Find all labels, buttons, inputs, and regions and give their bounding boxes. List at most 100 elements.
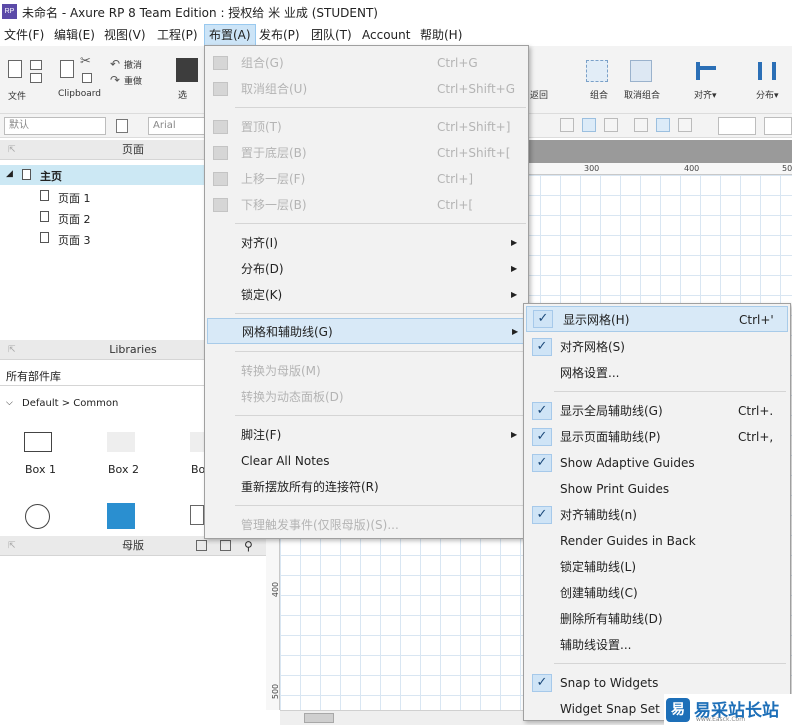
- align-bottom-icon[interactable]: [678, 118, 692, 132]
- checkmark-icon: ✓: [532, 674, 552, 692]
- box-1-widget-label: Box 1: [25, 463, 56, 476]
- menu-separator: [235, 223, 526, 224]
- placeholder-widget-icon[interactable]: [190, 505, 204, 525]
- submenu-item-delete-all-guides[interactable]: 删除所有辅助线(D): [524, 606, 790, 632]
- submenu-item-show-grid[interactable]: ✓ 显示网格(H) Ctrl+': [526, 306, 788, 332]
- send-to-back-icon: [213, 146, 228, 160]
- menu-account[interactable]: Account: [358, 24, 414, 46]
- select-mode-icon[interactable]: [176, 58, 198, 82]
- menu-item-reroute-connectors[interactable]: 重新摆放所有的连接符(R): [205, 474, 528, 500]
- menu-item-group[interactable]: 组合(G) Ctrl+G: [205, 50, 528, 76]
- menu-item-bring-to-front[interactable]: 置顶(T) Ctrl+Shift+]: [205, 114, 528, 140]
- add-folder-icon[interactable]: [220, 540, 231, 551]
- menu-separator: [235, 415, 526, 416]
- box-3-widget-thumb[interactable]: [190, 432, 204, 452]
- menu-help[interactable]: 帮助(H): [416, 24, 466, 46]
- submenu-item-show-page-guides[interactable]: ✓ 显示页面辅助线(P) Ctrl+,: [524, 424, 790, 450]
- menu-separator: [235, 351, 526, 352]
- image-widget-icon[interactable]: [107, 503, 135, 529]
- submenu-item-show-print-guides[interactable]: Show Print Guides: [524, 476, 790, 502]
- ungroup-label[interactable]: 取消组合: [624, 88, 660, 101]
- menu-item-grid-and-guides[interactable]: 网格和辅助线(G) ▶: [207, 318, 526, 344]
- align-center-text-icon[interactable]: [582, 118, 596, 132]
- pin-icon[interactable]: ⇱: [8, 140, 16, 160]
- submenu-item-create-guides[interactable]: 创建辅助线(C): [524, 580, 790, 606]
- submenu-item-render-guides-in-back[interactable]: Render Guides in Back: [524, 528, 790, 554]
- ungroup-icon[interactable]: [630, 60, 652, 82]
- collapse-arrow-icon[interactable]: ◢: [6, 169, 13, 179]
- style-select[interactable]: 默认: [4, 117, 106, 135]
- menu-edit[interactable]: 编辑(E): [50, 24, 99, 46]
- menu-team[interactable]: 团队(T): [307, 24, 356, 46]
- distribute-label[interactable]: 分布▾: [756, 88, 779, 101]
- align-left-text-icon[interactable]: [560, 118, 574, 132]
- format-painter-icon[interactable]: [116, 119, 128, 133]
- submenu-item-snap-to-guides[interactable]: ✓ 对齐辅助线(n): [524, 502, 790, 528]
- group-icon[interactable]: [586, 60, 608, 82]
- ellipse-widget-thumb[interactable]: [25, 504, 50, 529]
- library-group-label[interactable]: Default > Common: [22, 398, 118, 409]
- pin-icon[interactable]: ⇱: [8, 340, 16, 360]
- menu-item-clear-all-notes[interactable]: Clear All Notes: [205, 448, 528, 474]
- copy-icon[interactable]: [82, 73, 92, 83]
- bring-forward-icon: [213, 172, 228, 186]
- redo-icon[interactable]: ↷: [110, 72, 120, 88]
- tree-item-page-1[interactable]: 页面 1: [58, 190, 91, 206]
- fill-color-select[interactable]: [718, 117, 756, 135]
- group-label[interactable]: 组合: [590, 88, 608, 101]
- paste-icon[interactable]: [60, 60, 74, 78]
- menu-item-convert-to-master[interactable]: 转换为母版(M): [205, 358, 528, 384]
- menu-item-ungroup[interactable]: 取消组合(U) Ctrl+Shift+G: [205, 76, 528, 102]
- submenu-item-snap-to-widgets[interactable]: ✓ Snap to Widgets: [524, 670, 790, 696]
- search-icon[interactable]: ⚲: [244, 536, 253, 556]
- font-family-select[interactable]: Arial: [148, 117, 206, 135]
- menu-view[interactable]: 视图(V): [100, 24, 150, 46]
- undo-icon[interactable]: ↶: [110, 56, 120, 72]
- redo-label[interactable]: 重做: [124, 74, 142, 87]
- shadow-select[interactable]: [764, 117, 792, 135]
- undo-label[interactable]: 撤消: [124, 58, 142, 71]
- menu-separator: [235, 107, 526, 108]
- menu-item-lock[interactable]: 锁定(K) ▶: [205, 282, 528, 308]
- box-2-widget-thumb[interactable]: [107, 432, 135, 452]
- submenu-item-lock-guides[interactable]: 锁定辅助线(L): [524, 554, 790, 580]
- submenu-item-snap-to-grid[interactable]: ✓ 对齐网格(S): [524, 334, 790, 360]
- save-file-icon[interactable]: [30, 73, 42, 83]
- menu-item-bring-forward[interactable]: 上移一层(F) Ctrl+]: [205, 166, 528, 192]
- distribute-icon[interactable]: [758, 62, 762, 80]
- chevron-down-icon[interactable]: ⌵: [6, 398, 13, 408]
- align-icon[interactable]: [696, 62, 700, 80]
- ruler-label-500-v: 500: [271, 683, 281, 700]
- menu-publish[interactable]: 发布(P): [255, 24, 304, 46]
- menu-item-footnotes[interactable]: 脚注(F) ▶: [205, 422, 528, 448]
- menu-item-convert-to-dynamic-panel[interactable]: 转换为动态面板(D): [205, 384, 528, 410]
- submenu-item-guide-settings[interactable]: 辅助线设置...: [524, 632, 790, 658]
- menu-project[interactable]: 工程(P): [153, 24, 202, 46]
- add-master-icon[interactable]: [196, 540, 207, 551]
- file-group-label: 文件: [8, 92, 27, 102]
- tree-item-home[interactable]: 主页: [40, 168, 62, 184]
- menu-item-align[interactable]: 对齐(I) ▶: [205, 230, 528, 256]
- menu-file[interactable]: 文件(F): [0, 24, 48, 46]
- align-label[interactable]: 对齐▾: [694, 88, 717, 101]
- menu-arrange[interactable]: 布置(A): [204, 24, 256, 46]
- align-right-text-icon[interactable]: [604, 118, 618, 132]
- submenu-item-grid-settings[interactable]: 网格设置...: [524, 360, 790, 386]
- align-top-icon[interactable]: [634, 118, 648, 132]
- scrollbar-thumb[interactable]: [304, 713, 334, 723]
- cut-icon[interactable]: ✂: [80, 54, 91, 70]
- menu-item-manage-raised-events[interactable]: 管理触发事件(仅限母版)(S)...: [205, 512, 528, 538]
- submenu-item-show-global-guides[interactable]: ✓ 显示全局辅助线(G) Ctrl+.: [524, 398, 790, 424]
- box-1-widget-thumb[interactable]: [24, 432, 52, 452]
- open-file-icon[interactable]: [30, 60, 42, 70]
- menu-item-send-to-back[interactable]: 置于底层(B) Ctrl+Shift+[: [205, 140, 528, 166]
- new-file-icon[interactable]: [8, 60, 22, 78]
- tree-item-page-3[interactable]: 页面 3: [58, 232, 91, 248]
- menu-item-distribute[interactable]: 分布(D) ▶: [205, 256, 528, 282]
- title-bar: RP 未命名 - Axure RP 8 Team Edition : 授权给 米…: [0, 0, 792, 24]
- pin-icon[interactable]: ⇱: [8, 536, 16, 556]
- menu-item-send-backward[interactable]: 下移一层(B) Ctrl+[: [205, 192, 528, 218]
- submenu-item-show-adaptive-guides[interactable]: ✓ Show Adaptive Guides: [524, 450, 790, 476]
- tree-item-page-2[interactable]: 页面 2: [58, 211, 91, 227]
- align-middle-icon[interactable]: [656, 118, 670, 132]
